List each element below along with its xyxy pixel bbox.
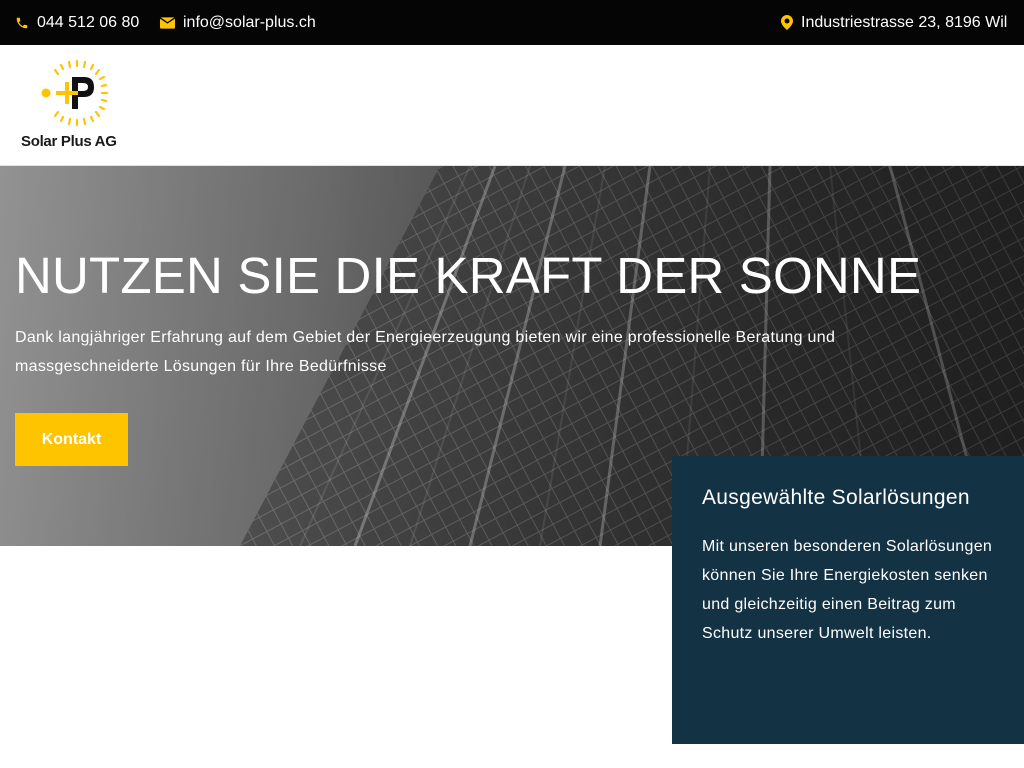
phone-icon: [16, 17, 28, 28]
address-info: Industriestrasse 23, 8196 Wil: [781, 0, 1007, 45]
feature-card: Ausgewählte Solarlösungen Mit unseren be…: [672, 456, 1024, 744]
envelope-icon: [160, 16, 175, 29]
site-header: Solar Plus AG: [0, 45, 1024, 166]
feature-title: Ausgewählte Solarlösungen: [702, 486, 970, 509]
top-contact-bar: 044 512 06 80 info@solar-plus.ch Industr…: [0, 0, 1024, 45]
email-link[interactable]: info@solar-plus.ch: [160, 0, 316, 45]
logo-wordmark: Solar Plus AG: [21, 133, 117, 150]
contact-button[interactable]: Kontakt: [15, 413, 128, 466]
feature-description: Mit unseren besonderen Solarlösungen kön…: [702, 538, 993, 642]
hero-description: Dank langjähriger Erfahrung auf dem Gebi…: [15, 329, 836, 375]
phone-number[interactable]: 044 512 06 80: [37, 14, 139, 32]
address-text: Industriestrasse 23, 8196 Wil: [801, 13, 1008, 31]
phone-link[interactable]: 044 512 06 80: [15, 0, 139, 45]
hero-title: NUTZEN SIE DIE KRAFT DER SONNE: [15, 247, 922, 304]
site-logo[interactable]: Solar Plus AG: [18, 57, 138, 157]
map-pin-icon: [781, 15, 793, 30]
email-address[interactable]: info@solar-plus.ch: [183, 14, 316, 32]
sun-plus-logo-icon: [41, 59, 109, 127]
